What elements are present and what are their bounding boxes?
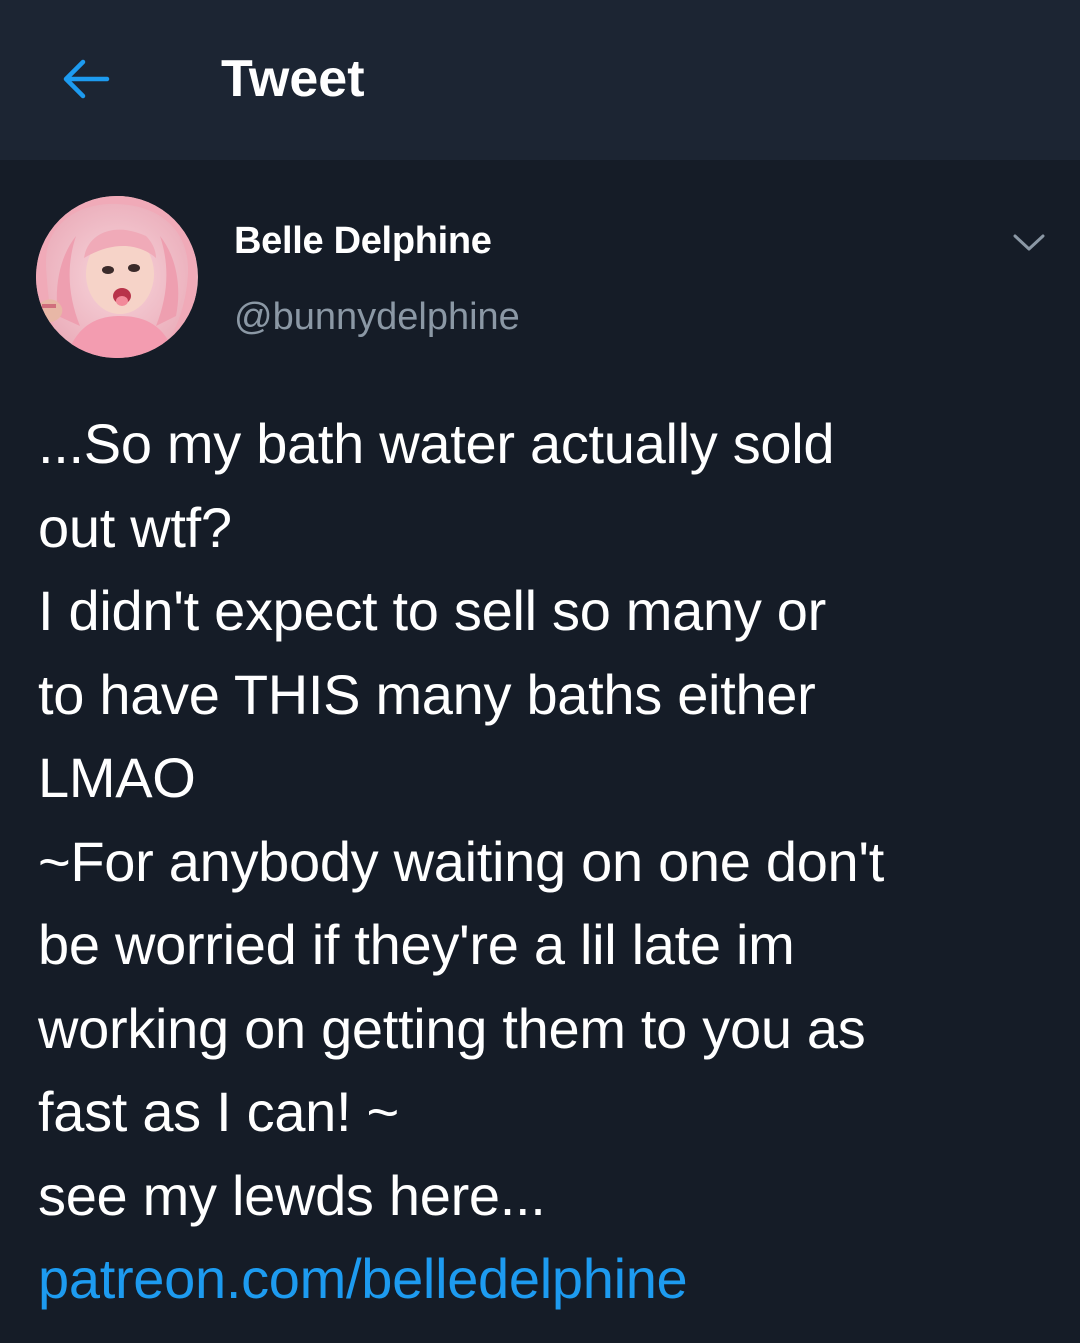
avatar[interactable]	[36, 196, 198, 358]
author-handle[interactable]: @bunnydelphine	[234, 294, 520, 340]
tweet-text: ...So my bath water actually sold out wt…	[38, 402, 1058, 1321]
tweet-line: ...So my bath water actually sold	[38, 412, 835, 475]
author-name[interactable]: Belle Delphine	[234, 218, 492, 264]
page-title: Tweet	[221, 50, 365, 108]
tweet-line: working on getting them to you as	[38, 996, 866, 1060]
chevron-down-icon	[1013, 234, 1045, 251]
tweet-line: ~For anybody waiting on one don't	[38, 829, 885, 893]
patreon-link[interactable]: patreon.com/belledelphine	[38, 1237, 1058, 1321]
back-button[interactable]	[52, 46, 118, 112]
tweet-line: be worried if they're a lil late im	[38, 913, 795, 976]
tweet-line: out wtf?	[38, 495, 232, 559]
tweet-menu-button[interactable]	[1006, 220, 1052, 266]
tweet-line: fast as I can! ~	[38, 1080, 399, 1143]
top-bar: Tweet	[0, 0, 1080, 160]
arrow-left-icon	[63, 59, 110, 99]
tweet-line: to have THIS many baths either	[38, 662, 816, 726]
tweet-line: LMAO	[38, 746, 196, 809]
tweet-line: see my lewds here...	[38, 1163, 546, 1227]
tweet-line: I didn't expect to sell so many or	[38, 579, 826, 642]
